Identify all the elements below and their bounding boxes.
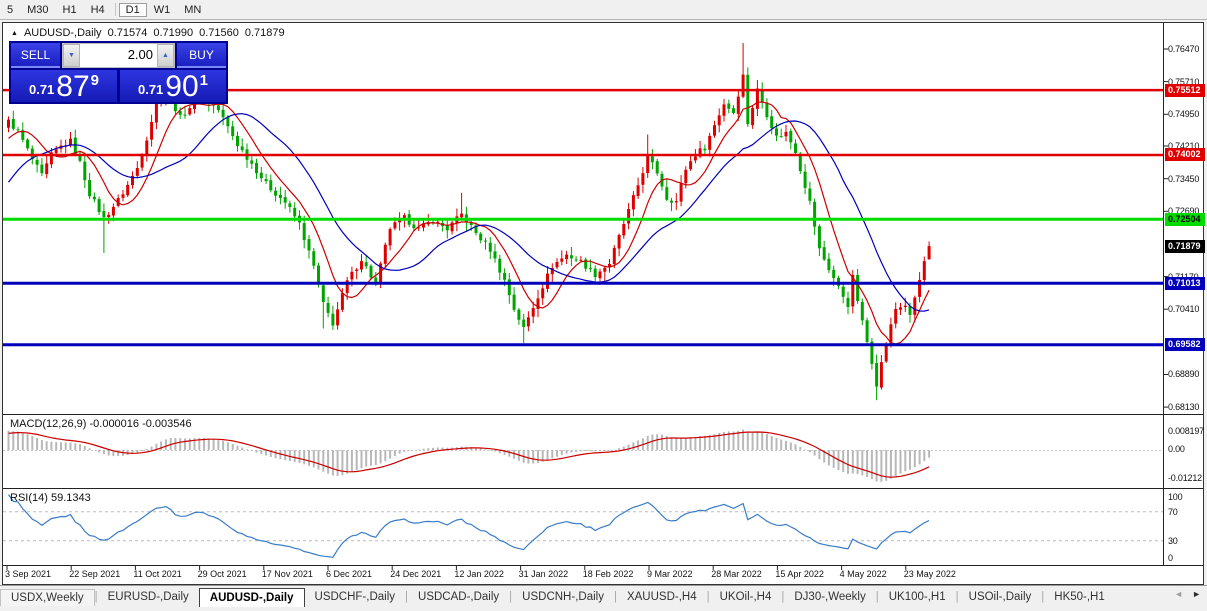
chart-header: ▲ AUDUSD-,Daily 0.71574 0.71990 0.71560 … (11, 27, 285, 39)
bottom-tab-xauusd-h4[interactable]: XAUUSD-,H4 (617, 589, 707, 605)
sell-button[interactable]: SELL (11, 43, 60, 68)
status-strip (0, 607, 1207, 611)
chart-symbol-label: AUDUSD-,Daily (23, 27, 102, 39)
chart-plot-area[interactable] (3, 23, 1203, 584)
buy-price-big: 90 (165, 70, 199, 103)
ohlc-close: 0.71879 (244, 27, 285, 39)
tabs-scroll-arrows: ◄ ► (1174, 589, 1201, 599)
sell-price-prefix: 0.71 (28, 82, 55, 97)
volume-increase-button[interactable]: ▲ (157, 44, 174, 67)
chart-tabs-bar: USDX,Weekly | EURUSD-,Daily AUDUSD-,Daily US… (0, 585, 1207, 608)
date-label: 15 Apr 2022 (775, 569, 824, 579)
buy-price-prefix: 0.71 (137, 82, 164, 97)
timeframe-mn[interactable]: MN (177, 3, 208, 17)
volume-spinner: ▼ 2.00 ▲ (62, 43, 175, 68)
chart-window: ▲ AUDUSD-,Daily 0.71574 0.71990 0.71560 … (2, 22, 1205, 585)
bottom-tab-eurusd-daily[interactable]: EURUSD-,Daily (98, 589, 199, 605)
price-axis-badge: 0.71879 (1165, 239, 1205, 253)
sell-price-pip: 9 (90, 72, 100, 89)
timeframe-5[interactable]: 5 (0, 3, 20, 17)
price-axis-label: 0.76470 (1168, 44, 1200, 54)
date-label: 23 May 2022 (903, 569, 956, 579)
date-label: 3 Sep 2021 (5, 569, 52, 579)
date-label: 22 Sep 2021 (69, 569, 121, 579)
date-label: 6 Dec 2021 (326, 569, 373, 579)
date-label: 12 Jan 2022 (454, 569, 504, 579)
price-axis-label: 0.68130 (1168, 402, 1200, 413)
date-label: 24 Dec 2021 (390, 569, 442, 579)
toolbar-separator (114, 3, 116, 16)
rsi-axis-label: 70 (1168, 507, 1178, 517)
macd-label: MACD(12,26,9) -0.000016 -0.003546 (10, 418, 192, 430)
spinner-up-icon: ▲ (162, 52, 169, 59)
date-label: 31 Jan 2022 (518, 569, 569, 579)
timeframe-d1[interactable]: D1 (118, 2, 147, 17)
date-label: 9 Mar 2022 (647, 569, 693, 579)
bottom-tab-usdx-weekly[interactable]: USDX,Weekly (0, 588, 95, 606)
price-axis-label: 0.73450 (1168, 173, 1200, 184)
mt4-platform: 5 M30 H1 H4 D1 W1 MN ▲ AUDUSD-,Daily 0.71574 0… (0, 0, 1207, 611)
macd-axis-label: -0.01212 (1168, 473, 1202, 483)
bottom-tab-usdcnh-daily[interactable]: USDCNH-,Daily (512, 589, 614, 605)
buy-button[interactable]: BUY (177, 43, 226, 68)
rsi-label: RSI(14) 59.1343 (10, 492, 91, 504)
sell-price-display[interactable]: 0.71 87 9 (11, 70, 117, 102)
price-axis-label: 0.74950 (1168, 109, 1200, 120)
timeframe-toolbar: 5 M30 H1 H4 D1 W1 MN (0, 0, 1207, 20)
timeframe-h1[interactable]: H1 (56, 3, 84, 17)
volume-input[interactable]: 2.00 (80, 44, 157, 67)
timeframe-w1[interactable]: W1 (147, 3, 178, 17)
date-label: 29 Oct 2021 (197, 569, 247, 579)
macd-axis-label: 0.00 (1168, 444, 1185, 454)
bottom-tab-usdcad-daily[interactable]: USDCAD-,Daily (408, 589, 509, 605)
one-click-trade-panel: SELL ▼ 2.00 ▲ BUY 0.71 87 9 0.71 90 1 (9, 41, 228, 104)
ohlc-high: 0.71990 (153, 27, 194, 39)
rsi-axis-label: 0 (1168, 553, 1173, 563)
ohlc-low: 0.71560 (199, 27, 239, 39)
date-label: 17 Nov 2021 (261, 569, 313, 579)
price-axis-badge: 0.72504 (1165, 212, 1205, 226)
price-axis-badge: 0.69582 (1165, 338, 1205, 352)
price-axis-badge: 0.71013 (1165, 276, 1205, 290)
buy-price-display[interactable]: 0.71 90 1 (120, 70, 226, 102)
price-axis-label: 0.70410 (1168, 304, 1200, 315)
sell-price-big: 87 (56, 70, 90, 103)
bottom-tab-audusd-daily[interactable]: AUDUSD-,Daily (198, 587, 305, 607)
bottom-tab-ukoil-h4[interactable]: UKOil-,H4 (710, 589, 782, 605)
rsi-axis-label: 30 (1168, 536, 1178, 546)
bottom-tab-usdchf-daily[interactable]: USDCHF-,Daily (305, 589, 406, 605)
collapse-arrow-icon[interactable]: ▲ (11, 30, 18, 37)
price-axis-badge: 0.74002 (1165, 148, 1205, 162)
bottom-tab-usoil-daily[interactable]: USOil-,Daily (959, 589, 1042, 605)
price-axis-badge: 0.75512 (1165, 83, 1205, 97)
price-axis-label: 0.68890 (1168, 369, 1200, 380)
tabs-scroll-right-icon[interactable]: ► (1192, 589, 1201, 599)
date-label: 4 May 2022 (839, 569, 887, 579)
ohlc-open: 0.71574 (107, 27, 148, 39)
bottom-tab-dj30-weekly[interactable]: DJ30-,Weekly (784, 589, 875, 605)
date-label: 11 Oct 2021 (133, 569, 182, 579)
volume-decrease-button[interactable]: ▼ (63, 44, 80, 67)
buy-price-pip: 1 (199, 72, 209, 89)
rsi-axis-label: 100 (1168, 492, 1183, 502)
timeframe-m30[interactable]: M30 (20, 3, 55, 17)
bottom-tab-hk50-h1[interactable]: HK50-,H1 (1044, 589, 1115, 605)
timeframe-h4[interactable]: H4 (84, 3, 112, 17)
spinner-down-icon: ▼ (68, 52, 75, 59)
date-label: 18 Feb 2022 (582, 569, 634, 579)
macd-axis-label: 0.008197 (1168, 426, 1204, 436)
bottom-tab-uk100-h1[interactable]: UK100-,H1 (879, 589, 956, 605)
tabs-scroll-left-icon[interactable]: ◄ (1174, 589, 1183, 599)
date-label: 28 Mar 2022 (711, 569, 762, 579)
